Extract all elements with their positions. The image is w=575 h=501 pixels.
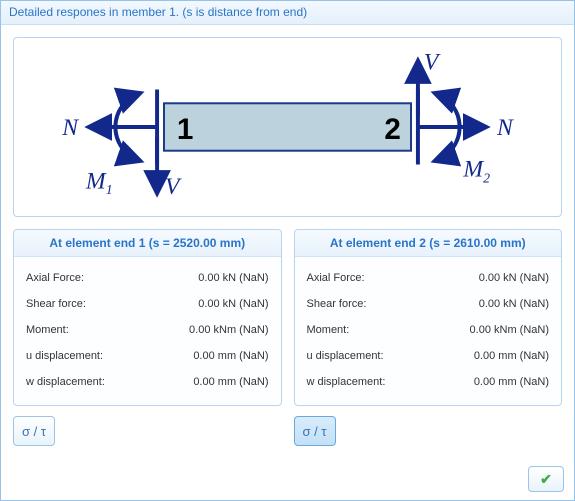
label-wdisp: w displacement: <box>305 369 428 395</box>
value-moment: 0.00 kNm (NaN) <box>427 317 551 343</box>
label-N-right: N <box>496 115 514 141</box>
label-udisp: u displacement: <box>305 343 428 369</box>
node-number-1: 1 <box>177 113 193 146</box>
label-wdisp: w displacement: <box>24 369 147 395</box>
table-row: w displacement:0.00 mm (NaN) <box>24 369 271 395</box>
value-axial: 0.00 kN (NaN) <box>147 265 271 291</box>
label-moment: Moment: <box>24 317 147 343</box>
panel-end-1-title: At element end 1 (s = 2520.00 mm) <box>14 230 281 257</box>
label-N-left: N <box>61 115 79 141</box>
label-axial: Axial Force: <box>24 265 147 291</box>
label-M1: M <box>85 168 107 194</box>
value-moment: 0.00 kNm (NaN) <box>147 317 271 343</box>
stress-button-end-1[interactable]: σ / τ <box>13 416 55 446</box>
table-row: u displacement:0.00 mm (NaN) <box>305 343 552 369</box>
beam-diagram-panel: N N V V M 1 M 2 1 2 <box>13 37 562 217</box>
table-row: Shear force:0.00 kN (NaN) <box>305 291 552 317</box>
dialog-window: Detailed respones in member 1. (s is dis… <box>0 0 575 501</box>
window-title: Detailed respones in member 1. (s is dis… <box>1 1 574 25</box>
value-udisp: 0.00 mm (NaN) <box>147 343 271 369</box>
table-row: u displacement:0.00 mm (NaN) <box>24 343 271 369</box>
label-moment: Moment: <box>305 317 428 343</box>
values-table-end-1: Axial Force:0.00 kN (NaN) Shear force:0.… <box>24 265 271 395</box>
table-row: Shear force:0.00 kN (NaN) <box>24 291 271 317</box>
value-wdisp: 0.00 mm (NaN) <box>147 369 271 395</box>
label-M1-sub: 1 <box>106 182 113 197</box>
values-table-end-2: Axial Force:0.00 kN (NaN) Shear force:0.… <box>305 265 552 395</box>
value-shear: 0.00 kN (NaN) <box>427 291 551 317</box>
table-row: Axial Force:0.00 kN (NaN) <box>305 265 552 291</box>
panel-end-2: At element end 2 (s = 2610.00 mm) Axial … <box>294 229 563 406</box>
stress-button-end-2[interactable]: σ / τ <box>294 416 336 446</box>
label-shear: Shear force: <box>305 291 428 317</box>
node-number-2: 2 <box>384 113 400 146</box>
value-wdisp: 0.00 mm (NaN) <box>427 369 551 395</box>
label-shear: Shear force: <box>24 291 147 317</box>
beam-body <box>164 103 411 150</box>
label-V-left: V <box>165 174 182 200</box>
value-udisp: 0.00 mm (NaN) <box>427 343 551 369</box>
panel-end-2-title: At element end 2 (s = 2610.00 mm) <box>295 230 562 257</box>
table-row: w displacement:0.00 mm (NaN) <box>305 369 552 395</box>
content-area: N N V V M 1 M 2 1 2 <box>1 25 574 458</box>
panel-end-1: At element end 1 (s = 2520.00 mm) Axial … <box>13 229 282 406</box>
label-V-right: V <box>424 50 441 76</box>
label-udisp: u displacement: <box>24 343 147 369</box>
label-M2: M <box>462 156 484 182</box>
table-row: Axial Force:0.00 kN (NaN) <box>24 265 271 291</box>
label-axial: Axial Force: <box>305 265 428 291</box>
table-row: Moment:0.00 kNm (NaN) <box>24 317 271 343</box>
beam-diagram: N N V V M 1 M 2 1 2 <box>20 44 555 210</box>
value-shear: 0.00 kN (NaN) <box>147 291 271 317</box>
label-M2-sub: 2 <box>483 170 490 185</box>
check-icon: ✔ <box>540 471 552 488</box>
ok-button[interactable]: ✔ <box>528 466 564 492</box>
table-row: Moment:0.00 kNm (NaN) <box>305 317 552 343</box>
value-axial: 0.00 kN (NaN) <box>427 265 551 291</box>
